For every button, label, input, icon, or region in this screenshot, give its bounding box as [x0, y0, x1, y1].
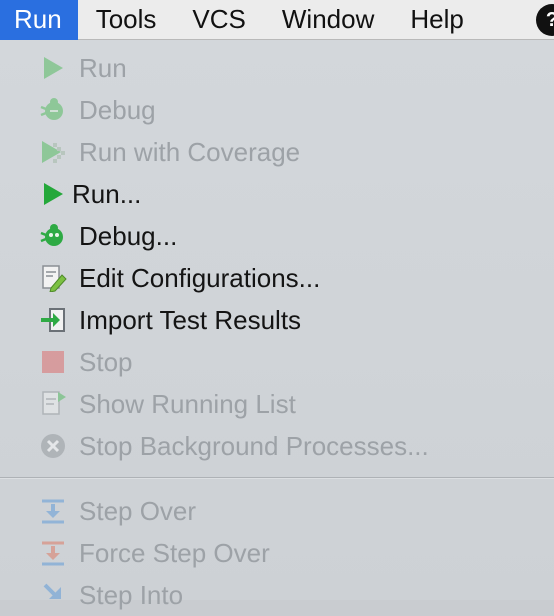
- menu-item-stop[interactable]: Stop: [0, 341, 554, 383]
- running-list-icon: [38, 390, 68, 418]
- step-over-icon: [38, 497, 68, 525]
- menu-item-label: Run...: [72, 179, 142, 209]
- menu-item-label: Debug...: [79, 221, 178, 251]
- status-menu-icon[interactable]: ?: [536, 4, 554, 36]
- menu-item-run-dialog[interactable]: Run...: [0, 173, 554, 215]
- debug-icon: [38, 222, 68, 250]
- menu-item-label: Run: [79, 53, 127, 83]
- menu-bar: Run Tools VCS Window Help ?: [0, 0, 554, 40]
- run-icon: [38, 180, 68, 208]
- menu-item-force-step-over[interactable]: Force Step Over: [0, 532, 554, 574]
- edit-configurations-icon: [38, 264, 68, 292]
- run-icon: [38, 54, 68, 82]
- import-icon: [38, 306, 68, 334]
- menu-item-label: Step Into: [79, 580, 184, 610]
- menu-vcs[interactable]: VCS: [174, 0, 263, 40]
- menu-window[interactable]: Window: [264, 0, 392, 40]
- menu-item-label: Import Test Results: [79, 305, 302, 335]
- menu-item-run-with-coverage[interactable]: Run with Coverage: [0, 131, 554, 173]
- menu-item-label: Stop: [79, 347, 133, 377]
- menu-item-step-into[interactable]: Step Into: [0, 574, 554, 616]
- menu-item-debug[interactable]: Debug: [0, 89, 554, 131]
- menu-help[interactable]: Help: [392, 0, 481, 40]
- menu-tools[interactable]: Tools: [78, 0, 175, 40]
- stop-icon: [38, 348, 68, 376]
- menu-run[interactable]: Run: [0, 0, 78, 40]
- menu-item-stop-background-processes[interactable]: Stop Background Processes...: [0, 425, 554, 467]
- menu-item-label: Run with Coverage: [79, 137, 301, 167]
- menu-item-debug-dialog[interactable]: Debug...: [0, 215, 554, 257]
- menu-item-label: Show Running List: [79, 389, 296, 419]
- menu-item-step-over[interactable]: Step Over: [0, 490, 554, 532]
- menu-separator: [0, 477, 554, 479]
- menu-item-label: Stop Background Processes...: [79, 431, 429, 461]
- menu-item-label: Step Over: [79, 496, 197, 526]
- coverage-icon: [38, 138, 68, 166]
- menu-item-label: Debug: [79, 95, 156, 125]
- stop-background-icon: [38, 432, 68, 460]
- menu-item-run[interactable]: Run: [0, 47, 554, 89]
- menu-item-label: Force Step Over: [79, 538, 270, 568]
- force-step-over-icon: [38, 539, 68, 567]
- menu-item-import-test-results[interactable]: Import Test Results: [0, 299, 554, 341]
- menu-item-label: Edit Configurations...: [79, 263, 321, 293]
- step-into-icon: [38, 581, 68, 609]
- debug-icon: [38, 96, 68, 124]
- menu-item-edit-configurations[interactable]: Edit Configurations...: [0, 257, 554, 299]
- run-menu-dropdown: Run Debug Run with Coverage Run... Debug…: [0, 40, 554, 610]
- menu-item-show-running-list[interactable]: Show Running List: [0, 383, 554, 425]
